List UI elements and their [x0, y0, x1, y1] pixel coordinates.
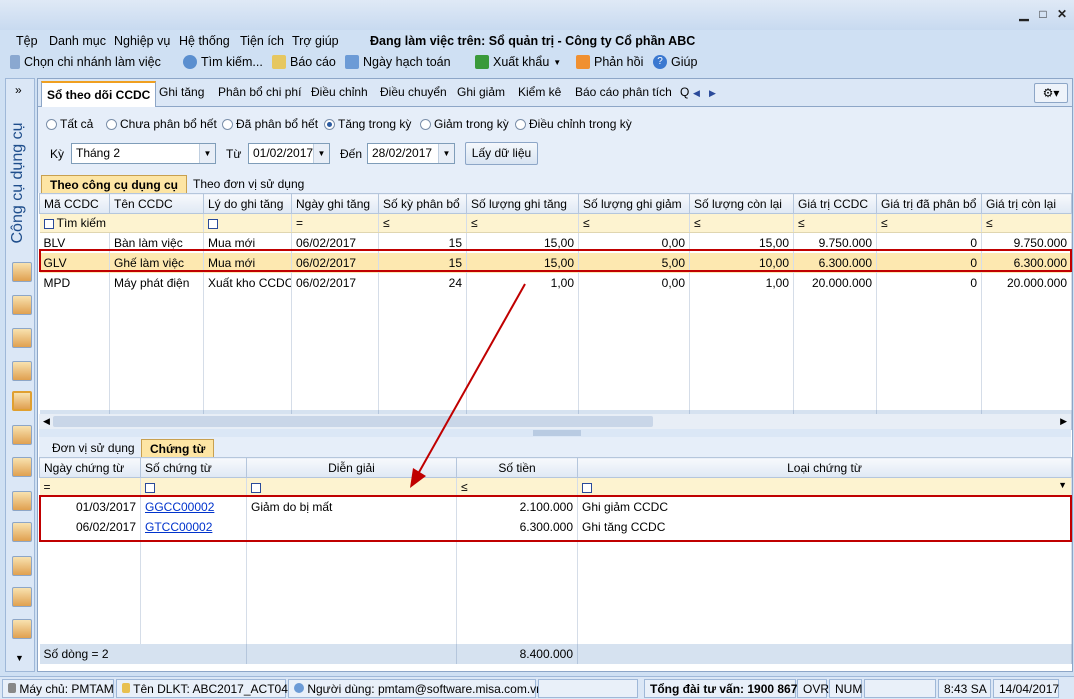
status-date: 14/04/2017: [993, 679, 1059, 698]
annotation-arrow: [410, 283, 526, 488]
status-user: Người dùng: pmtam@software.misa.com.vn: [288, 679, 543, 698]
status-ovr: OVR: [797, 679, 829, 698]
status-bar: Máy chủ: PMTAM Tên DLKT: ABC2017_ACT04 N…: [0, 676, 1074, 699]
status-spacer2: [864, 679, 936, 698]
status-time: 8:43 SA: [938, 679, 991, 698]
status-hotline: Tổng đài tư vấn: 1900 8677: [644, 679, 804, 698]
status-spacer: [538, 679, 638, 698]
status-db: Tên DLKT: ABC2017_ACT04: [116, 679, 288, 698]
status-num: NUM: [829, 679, 862, 698]
status-server: Máy chủ: PMTAM: [2, 679, 114, 698]
